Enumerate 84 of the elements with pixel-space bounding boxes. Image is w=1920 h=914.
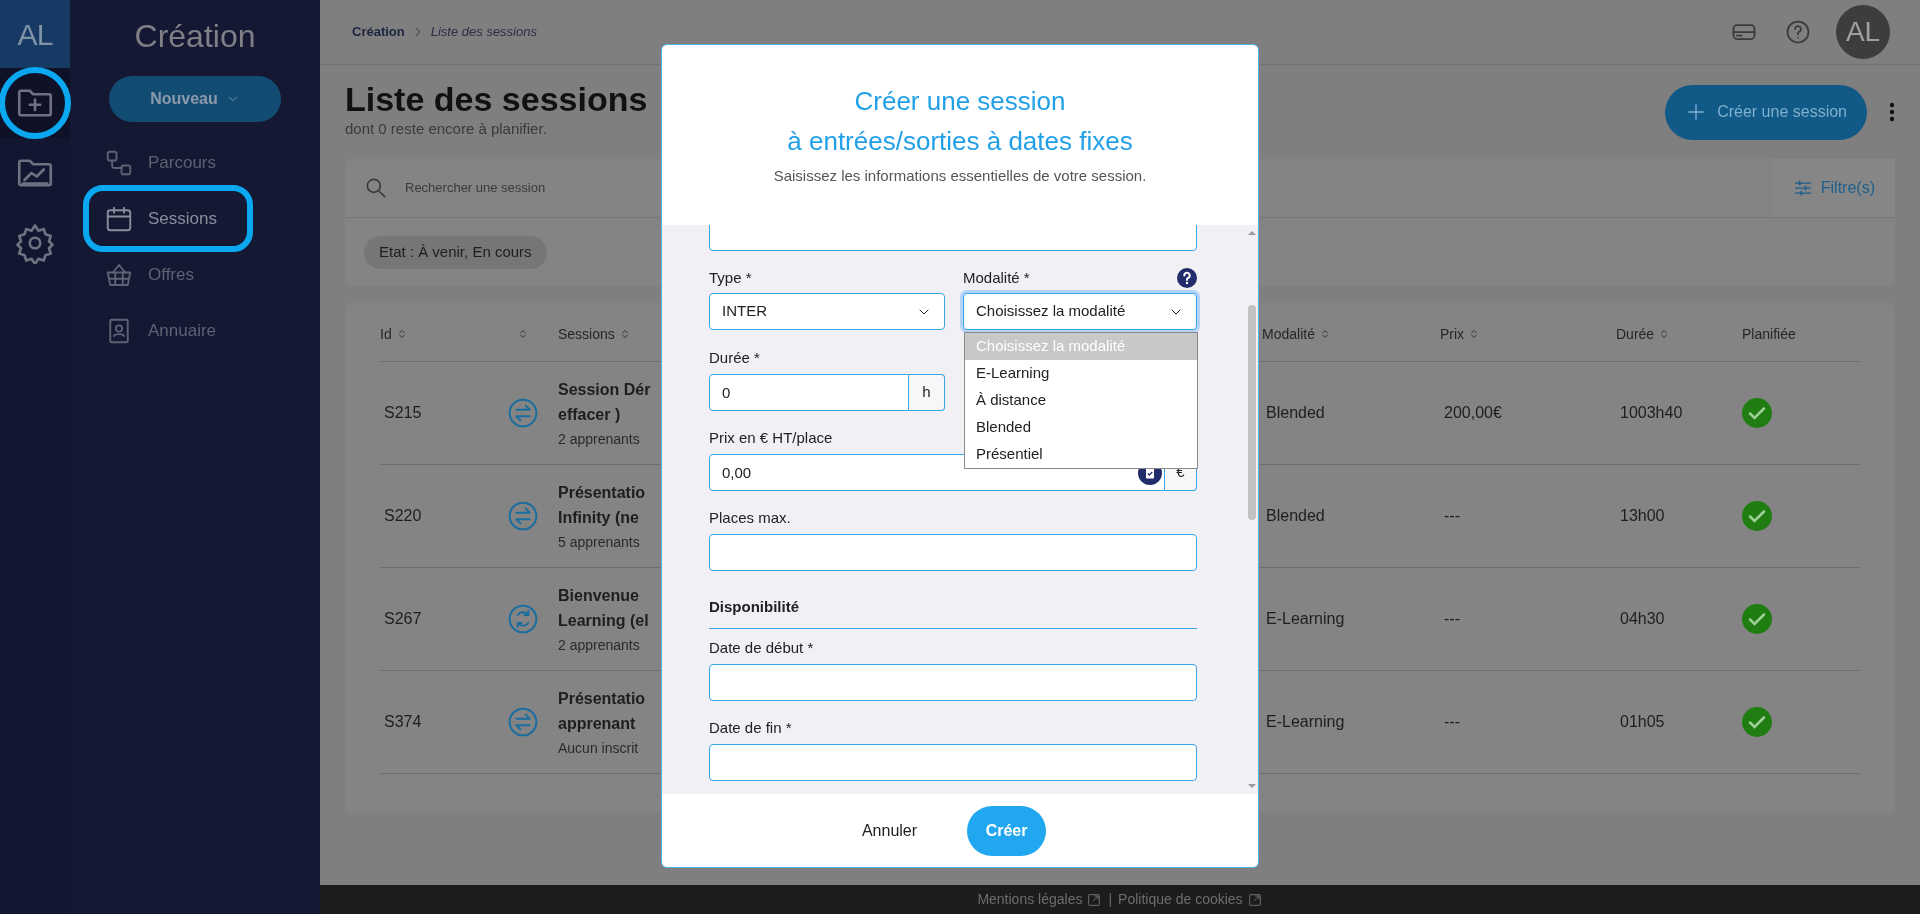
- sidebar-title: Création: [134, 17, 256, 56]
- field-label: Places max.: [709, 508, 792, 528]
- scrollbar-thumb[interactable]: [1247, 305, 1256, 520]
- column-header[interactable]: Planifiée: [1742, 323, 1796, 345]
- footer-link[interactable]: Politique de cookies: [1118, 889, 1263, 910]
- swap-arrows-icon: [507, 500, 539, 532]
- separator: |: [1108, 890, 1113, 909]
- help-icon[interactable]: [1177, 268, 1197, 288]
- dropdown-option[interactable]: E-Learning: [965, 360, 1197, 387]
- table-cell: 04h30: [1620, 610, 1665, 627]
- learner-count: 5 apprenants: [558, 532, 640, 552]
- field-label: Durée *: [709, 348, 761, 368]
- learner-count: 2 apprenants: [558, 429, 640, 449]
- table-cell: 1003h40: [1620, 404, 1683, 421]
- learner-count: Aucun inscrit: [558, 738, 639, 758]
- table-cell: E-Learning: [1266, 713, 1345, 730]
- seats-field[interactable]: [709, 534, 1197, 571]
- settings-icon: [14, 222, 56, 264]
- field-label: Date de fin *: [709, 718, 793, 738]
- create-button[interactable]: Créer: [967, 805, 1047, 856]
- unit-label: h: [909, 374, 945, 411]
- field-label: Modalité *: [963, 267, 1030, 288]
- modal-title: Créer une session à entrées/sorties à dates fixes: [787, 85, 1133, 158]
- cycle-arrows-icon: [507, 603, 539, 635]
- breadcrumb-current: Liste des sessions: [430, 23, 537, 42]
- table-cell: Blended: [1266, 404, 1325, 421]
- session-title[interactable]: Présentatio Infinity (ne: [558, 479, 646, 530]
- table-cell: 01h05: [1620, 713, 1665, 730]
- session-title[interactable]: Bienvenue Learning (el: [558, 582, 649, 633]
- sliders-icon: [1792, 178, 1813, 198]
- swap-arrows-icon: [507, 706, 539, 738]
- create-session-button[interactable]: Créer une session: [1665, 84, 1867, 140]
- field-label: Prix en € HT/place: [709, 428, 834, 448]
- table-cell: S220: [384, 507, 422, 524]
- table-cell: ---: [1444, 610, 1460, 627]
- table-cell: 13h00: [1620, 507, 1665, 524]
- end-date-field[interactable]: [709, 744, 1197, 781]
- sidebar-item[interactable]: Annuaire: [104, 312, 320, 350]
- scroll-down-icon[interactable]: [1246, 782, 1257, 790]
- table-cell: S374: [384, 713, 422, 730]
- logo[interactable]: AL: [0, 0, 70, 68]
- sidebar-item[interactable]: Offres: [104, 256, 320, 294]
- dropdown-option[interactable]: À distance: [965, 387, 1197, 414]
- column-header[interactable]: Id: [380, 323, 392, 345]
- duration-field[interactable]: 0: [709, 374, 909, 411]
- avatar[interactable]: AL: [1836, 5, 1890, 59]
- breadcrumb-link[interactable]: Création: [352, 22, 405, 42]
- sidebar-item[interactable]: Sessions: [104, 200, 320, 238]
- column-header[interactable]: Modalité: [1262, 323, 1315, 345]
- calendar-icon: [104, 204, 134, 234]
- cancel-button[interactable]: Annuler: [847, 806, 932, 855]
- table-cell: 200,00€: [1444, 404, 1502, 421]
- column-header[interactable]: Prix: [1440, 323, 1465, 345]
- column-header[interactable]: Durée: [1616, 323, 1655, 345]
- table-cell: ---: [1444, 507, 1460, 524]
- flow-icon: [104, 148, 134, 178]
- page-title: Liste des sessions: [345, 79, 648, 118]
- session-title[interactable]: Présentatio apprenant: [558, 685, 646, 736]
- table-cell: Blended: [1266, 507, 1325, 524]
- table-cell: S215: [384, 404, 422, 421]
- field-label: Date de début *: [709, 638, 815, 658]
- start-date-field[interactable]: [709, 664, 1197, 701]
- dropdown-option[interactable]: Blended: [965, 414, 1197, 441]
- modality-select[interactable]: Choisissez la modalité: [963, 293, 1197, 330]
- external-link-icon: [1086, 891, 1103, 908]
- swap-arrows-icon: [507, 397, 539, 429]
- filter-chip[interactable]: Etat : À venir, En cours: [364, 235, 547, 269]
- section-heading: Disponibilité: [709, 597, 800, 617]
- external-link-icon: [1246, 891, 1263, 908]
- page-subtitle: dont 0 reste encore à planifier.: [345, 118, 548, 139]
- new-button[interactable]: Nouveau: [109, 76, 281, 122]
- more-icon[interactable]: [1889, 102, 1895, 122]
- field-label: Type *: [709, 268, 753, 288]
- footer-link[interactable]: Mentions légales: [977, 889, 1103, 910]
- table-cell: ---: [1444, 713, 1460, 730]
- scroll-up-icon[interactable]: [1246, 229, 1257, 237]
- table-cell: S267: [384, 610, 422, 627]
- learner-count: 2 apprenants: [558, 635, 640, 655]
- modal-subtitle: Saisissez les informations essentielles de votre session.: [773, 166, 1147, 186]
- sidebar-item[interactable]: Parcours: [104, 144, 320, 182]
- session-title[interactable]: Session Dér effacer ): [558, 376, 651, 427]
- column-header[interactable]: Sessions: [558, 323, 615, 345]
- type-select[interactable]: INTER: [709, 293, 945, 330]
- table-cell: E-Learning: [1266, 610, 1345, 627]
